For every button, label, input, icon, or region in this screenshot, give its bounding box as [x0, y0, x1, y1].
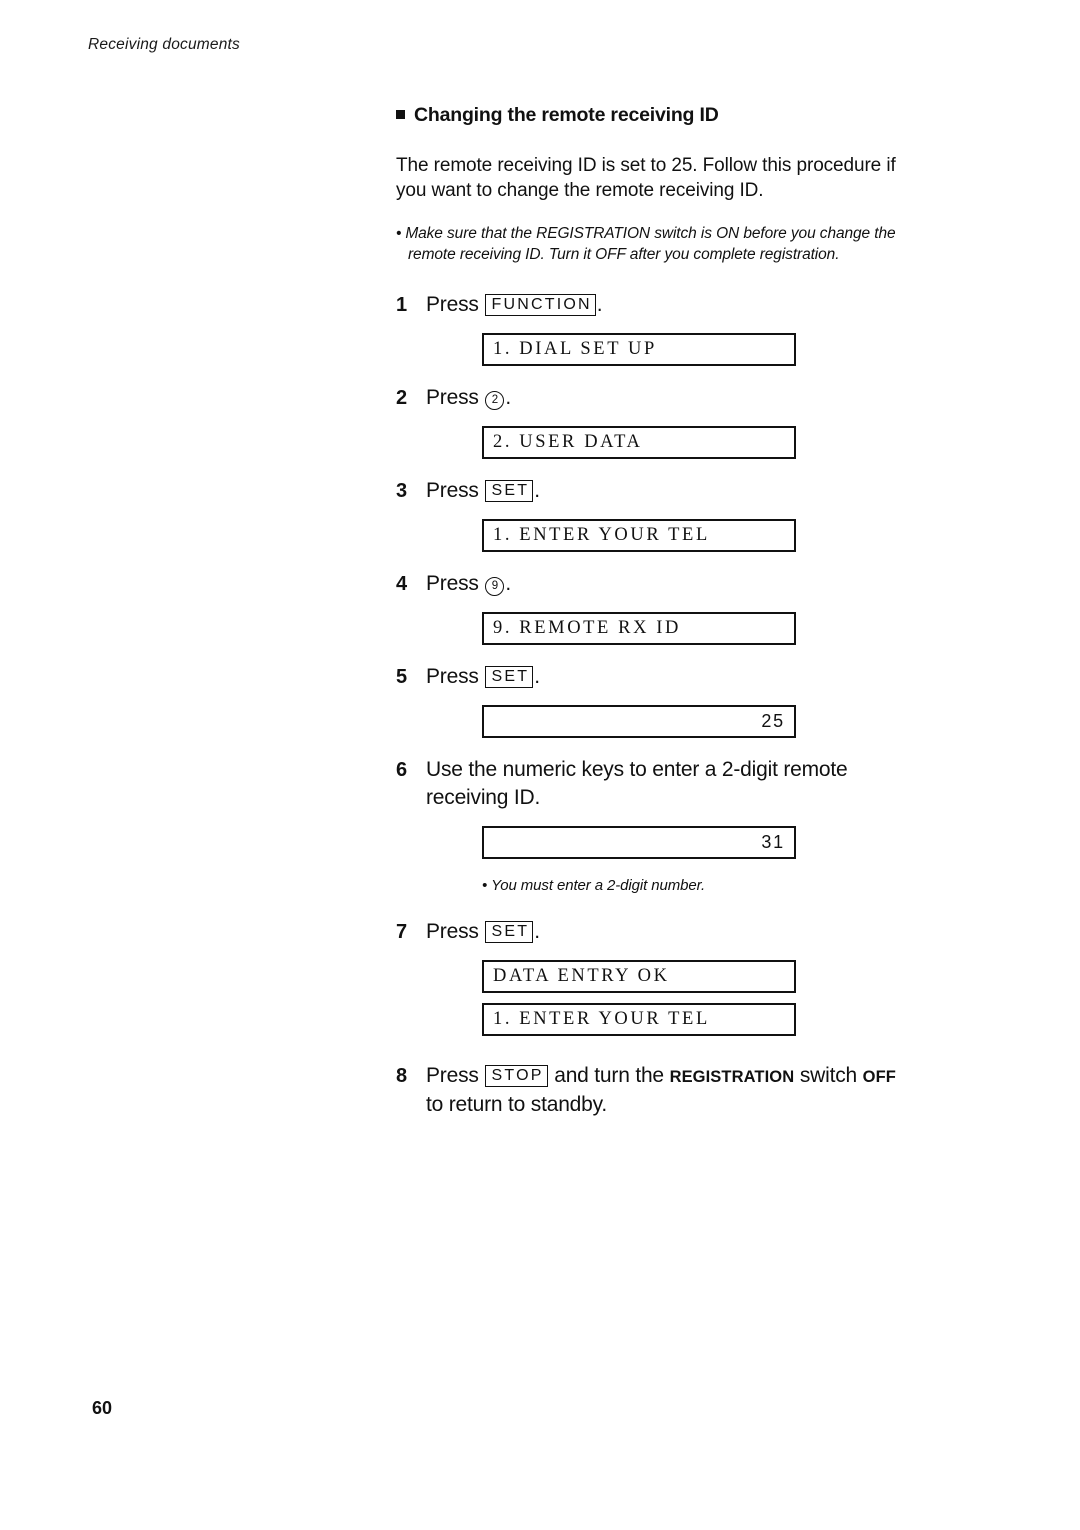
- lcd-display: 2. USER DATA: [482, 426, 796, 459]
- step-4-number: 4: [396, 573, 407, 595]
- manual-page: Receiving documents Changing the remote …: [0, 0, 1080, 1530]
- step-2-number: 2: [396, 387, 407, 409]
- note-bullet-icon: •: [396, 225, 402, 242]
- step-2-text-before: Press: [426, 386, 479, 409]
- step-5-text-after: .: [534, 665, 540, 688]
- step-6-note: • You must enter a 2-digit number.: [482, 875, 916, 896]
- step-1: 1 Press FUNCTION. 1. DIAL SET UP: [396, 291, 916, 366]
- section-heading: Changing the remote receiving ID: [396, 104, 916, 127]
- lcd-display: 25: [482, 705, 796, 738]
- step-7-text-after: .: [534, 920, 540, 943]
- step-3-number: 3: [396, 480, 407, 502]
- registration-note-text: Make sure that the REGISTRATION switch i…: [405, 225, 896, 263]
- set-key-button[interactable]: SET: [485, 921, 534, 943]
- step-7-number: 7: [396, 921, 407, 943]
- step-6: 6 Use the numeric keys to enter a 2-digit…: [396, 756, 916, 896]
- stop-key-button[interactable]: STOP: [485, 1065, 548, 1087]
- note-bullet-icon: •: [482, 877, 488, 894]
- step-7-text-before: Press: [426, 920, 479, 943]
- numeric-key-9-button[interactable]: 9: [485, 577, 505, 596]
- step-7: 7 Press SET. DATA ENTRY OK 1. ENTER YOUR …: [396, 918, 916, 1036]
- step-3: 3 Press SET. 1. ENTER YOUR TEL: [396, 477, 916, 552]
- set-key-button[interactable]: SET: [485, 480, 534, 502]
- step-3-text-before: Press: [426, 479, 479, 502]
- content-column: Changing the remote receiving ID The rem…: [396, 104, 916, 1119]
- step-4-text-after: .: [505, 572, 511, 595]
- off-label: OFF: [862, 1068, 896, 1086]
- step-5-number: 5: [396, 666, 407, 688]
- step-4-text-before: Press: [426, 572, 479, 595]
- step-8-plain-1: and turn the: [548, 1064, 670, 1087]
- square-bullet-icon: [396, 110, 405, 119]
- step-8-text-before: Press: [426, 1064, 479, 1087]
- step-8-plain-2: switch: [794, 1064, 863, 1087]
- step-8-number: 8: [396, 1065, 407, 1087]
- registration-note: • Make sure that the REGISTRATION switch …: [396, 223, 916, 265]
- lcd-display: 1. DIAL SET UP: [482, 333, 796, 366]
- intro-paragraph: The remote receiving ID is set to 25. Fo…: [396, 155, 896, 201]
- section-heading-label: Changing the remote receiving ID: [414, 104, 719, 126]
- lcd-display: 1. ENTER YOUR TEL: [482, 1003, 796, 1036]
- running-head: Receiving documents: [88, 36, 240, 53]
- lcd-display: 9. REMOTE RX ID: [482, 612, 796, 645]
- step-3-text-after: .: [534, 479, 540, 502]
- step-6-number: 6: [396, 759, 407, 781]
- step-8-plain-3: to return to standby.: [426, 1093, 608, 1116]
- registration-label: REGISTRATION: [669, 1068, 795, 1086]
- step-6-text: Use the numeric keys to enter a 2-digit …: [426, 758, 848, 809]
- step-5: 5 Press SET. 25: [396, 663, 916, 738]
- step-2-text-after: .: [505, 386, 511, 409]
- step-2: 2 Press 2. 2. USER DATA: [396, 384, 916, 459]
- lcd-display: 31: [482, 826, 796, 859]
- lcd-display: DATA ENTRY OK: [482, 960, 796, 993]
- step-1-number: 1: [396, 294, 407, 316]
- step-4: 4 Press 9. 9. REMOTE RX ID: [396, 570, 916, 645]
- step-1-text-after: .: [596, 293, 603, 316]
- step-6-note-text: You must enter a 2-digit number.: [491, 877, 706, 894]
- page-number: 60: [92, 1398, 113, 1418]
- set-key-button[interactable]: SET: [485, 666, 534, 688]
- step-8: 8 Press STOP and turn the REGISTRATION sw…: [396, 1062, 916, 1119]
- function-key-button[interactable]: FUNCTION: [485, 294, 596, 316]
- numeric-key-2-button[interactable]: 2: [485, 391, 505, 410]
- lcd-display: 1. ENTER YOUR TEL: [482, 519, 796, 552]
- step-5-text-before: Press: [426, 665, 479, 688]
- step-1-text-before: Press: [426, 293, 479, 316]
